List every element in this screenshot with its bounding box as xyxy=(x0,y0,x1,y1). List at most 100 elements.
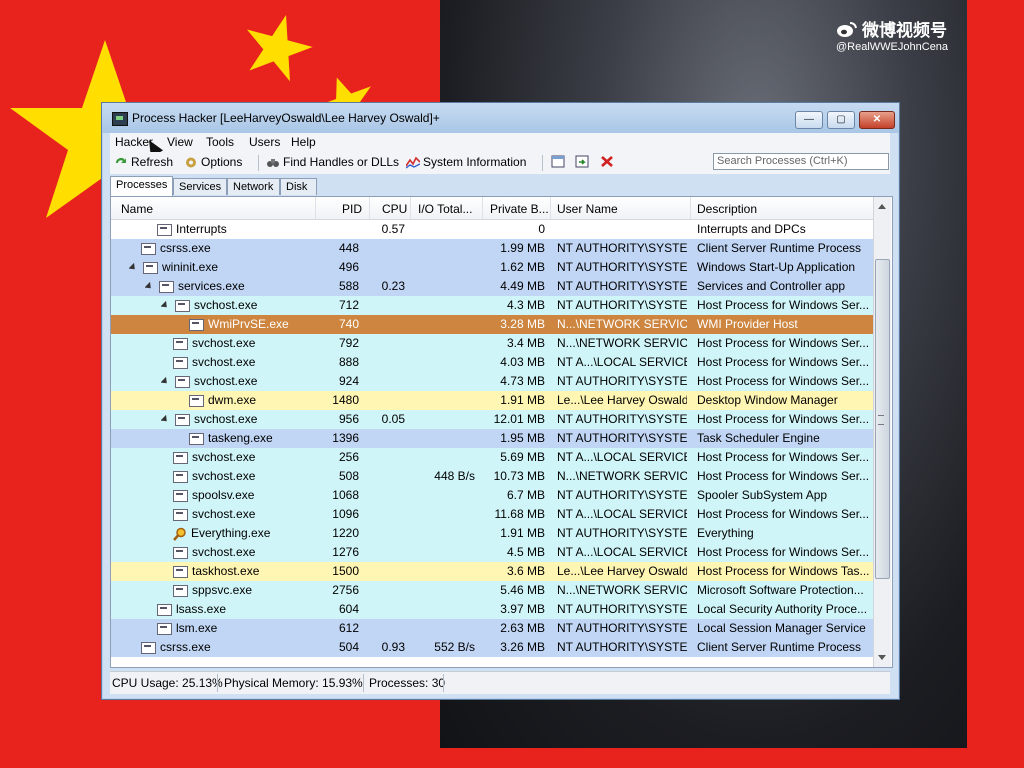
menu-view[interactable]: View xyxy=(167,135,193,149)
close-button[interactable]: ✕ xyxy=(859,111,895,129)
process-row[interactable]: wininit.exe 496 1.62 MB NT AUTHORITY\SYSTEM… xyxy=(111,258,873,277)
column-header-name[interactable]: Name xyxy=(121,202,153,216)
process-row[interactable]: svchost.exe 888 4.03 MB NT A...\LOCAL SERVI… xyxy=(111,353,873,372)
process-row[interactable]: Interrupts 0.57 0 Interrupts and DPCs xyxy=(111,220,873,239)
system-information-button[interactable]: System Information xyxy=(406,155,526,169)
column-divider[interactable] xyxy=(482,197,483,219)
process-row[interactable]: svchost.exe 712 4.3 MB NT AUTHORITY\SYSTEM H… xyxy=(111,296,873,315)
minimize-button[interactable]: — xyxy=(795,111,823,129)
process-row[interactable]: dwm.exe 1480 1.91 MB Le...\Lee Harvey Oswal… xyxy=(111,391,873,410)
toolbar-separator xyxy=(258,155,259,171)
process-name-cell[interactable]: svchost.exe xyxy=(161,296,299,315)
expand-arrow-icon[interactable] xyxy=(161,376,170,387)
process-row[interactable]: taskhost.exe 1500 3.6 MB Le...\Lee Harvey O… xyxy=(111,562,873,581)
process-name-cell[interactable]: svchost.exe xyxy=(173,467,311,486)
process-name-cell[interactable]: WmiPrvSE.exe xyxy=(189,315,311,334)
process-name: taskhost.exe xyxy=(192,564,260,578)
process-row[interactable]: svchost.exe 1276 4.5 MB NT A...\LOCAL SERVI… xyxy=(111,543,873,562)
process-row[interactable]: svchost.exe 256 5.69 MB NT A...\LOCAL SERVI… xyxy=(111,448,873,467)
column-divider[interactable] xyxy=(315,197,316,219)
process-pid: 604 xyxy=(338,602,359,616)
process-row[interactable]: lsass.exe 604 3.97 MB NT AUTHORITY\SYSTEM Lo… xyxy=(111,600,873,619)
process-row[interactable]: taskeng.exe 1396 1.95 MB NT AUTHORITY\SYSTE… xyxy=(111,429,873,448)
tab-processes[interactable]: Processes xyxy=(110,176,173,196)
scroll-up-arrow-icon[interactable] xyxy=(878,204,886,209)
column-divider[interactable] xyxy=(550,197,551,219)
expand-arrow-icon[interactable] xyxy=(161,414,170,425)
process-row[interactable]: svchost.exe 924 4.73 MB NT AUTHORITY\SYSTEM… xyxy=(111,372,873,391)
binoculars-icon xyxy=(267,158,279,167)
tab-disk[interactable]: Disk xyxy=(280,178,317,195)
column-divider[interactable] xyxy=(410,197,411,219)
process-pid: 1500 xyxy=(332,564,359,578)
column-header-cpu[interactable]: CPU xyxy=(382,202,407,216)
search-processes-input[interactable]: Search Processes (Ctrl+K) xyxy=(713,153,889,170)
process-row[interactable]: WmiPrvSE.exe 740 3.28 MB N...\NETWORK SERVI… xyxy=(111,315,873,334)
process-name-cell[interactable]: lsass.exe xyxy=(157,600,311,619)
process-name-cell[interactable]: dwm.exe xyxy=(189,391,311,410)
process-name-cell[interactable]: csrss.exe xyxy=(141,638,311,657)
tab-network[interactable]: Network xyxy=(227,178,280,195)
vertical-scrollbar[interactable] xyxy=(873,197,891,667)
process-row[interactable]: services.exe 588 0.23 4.49 MB NT AUTHORITY\S… xyxy=(111,277,873,296)
process-pid: 496 xyxy=(338,260,359,274)
process-description: Local Session Manager Service xyxy=(697,621,866,635)
scroll-down-arrow-icon[interactable] xyxy=(878,655,886,660)
menu-tools[interactable]: Tools xyxy=(206,135,234,149)
process-row[interactable]: csrss.exe 448 1.99 MB NT AUTHORITY\SYSTEM Cl… xyxy=(111,239,873,258)
process-name-cell[interactable]: svchost.exe xyxy=(161,372,299,391)
column-header-io-total[interactable]: I/O Total... xyxy=(418,202,472,216)
column-header-description[interactable]: Description xyxy=(697,202,757,216)
process-name-cell[interactable]: svchost.exe xyxy=(161,410,299,429)
column-divider[interactable] xyxy=(690,197,691,219)
process-name-cell[interactable]: Everything.exe xyxy=(173,524,311,543)
process-name-cell[interactable]: taskeng.exe xyxy=(189,429,311,448)
process-row[interactable]: sppsvc.exe 2756 5.46 MB N...\NETWORK SERVIC… xyxy=(111,581,873,600)
expand-arrow-icon[interactable] xyxy=(161,300,170,311)
find-handles-button[interactable]: Find Handles or DLLs xyxy=(266,155,399,169)
process-private-bytes: 1.91 MB xyxy=(500,526,545,540)
process-name-cell[interactable]: csrss.exe xyxy=(141,239,311,258)
column-header-private-bytes[interactable]: Private B... xyxy=(490,202,549,216)
process-row[interactable]: spoolsv.exe 1068 6.7 MB NT AUTHORITY\SYSTEM… xyxy=(111,486,873,505)
expand-arrow-icon[interactable] xyxy=(129,262,138,273)
new-window-button[interactable] xyxy=(551,155,565,168)
process-row[interactable]: lsm.exe 612 2.63 MB NT AUTHORITY\SYSTEM Loca… xyxy=(111,619,873,638)
process-name-cell[interactable]: spoolsv.exe xyxy=(173,486,311,505)
refresh-button[interactable]: Refresh xyxy=(114,155,173,169)
title-bar[interactable]: Process Hacker [LeeHarveyOswald\Lee Harv… xyxy=(102,103,899,133)
process-row[interactable]: csrss.exe 504 0.93 552 B/s 3.26 MB NT AUTHORI… xyxy=(111,638,873,657)
maximize-button[interactable]: ▢ xyxy=(827,111,855,129)
column-divider[interactable] xyxy=(369,197,370,219)
process-icon xyxy=(173,546,188,559)
process-name-cell[interactable]: lsm.exe xyxy=(157,619,311,638)
column-header-user-name[interactable]: User Name xyxy=(557,202,618,216)
column-header-pid[interactable]: PID xyxy=(342,202,362,216)
process-row[interactable]: svchost.exe 956 0.05 12.01 MB NT AUTHORITY\S… xyxy=(111,410,873,429)
process-name: svchost.exe xyxy=(192,469,256,483)
process-row[interactable]: svchost.exe 792 3.4 MB N...\NETWORK SERVICE… xyxy=(111,334,873,353)
expand-arrow-icon[interactable] xyxy=(145,281,154,292)
process-name-cell[interactable]: svchost.exe xyxy=(173,543,311,562)
gear-icon xyxy=(186,157,196,167)
process-name-cell[interactable]: svchost.exe xyxy=(173,334,311,353)
menu-users[interactable]: Users xyxy=(249,135,280,149)
process-description: Windows Start-Up Application xyxy=(697,260,856,274)
process-row[interactable]: svchost.exe 508 448 B/s 10.73 MB N...\NETWOR… xyxy=(111,467,873,486)
process-name-cell[interactable]: taskhost.exe xyxy=(173,562,311,581)
process-name-cell[interactable]: Interrupts xyxy=(157,220,311,239)
process-name-cell[interactable]: sppsvc.exe xyxy=(173,581,311,600)
tab-services[interactable]: Services xyxy=(173,178,227,195)
process-name-cell[interactable]: wininit.exe xyxy=(129,258,299,277)
terminate-button[interactable] xyxy=(600,155,614,168)
process-name-cell[interactable]: svchost.exe xyxy=(173,353,311,372)
options-button[interactable]: Options xyxy=(184,155,242,169)
process-row[interactable]: Everything.exe 1220 1.91 MB NT AUTHORITY\SY… xyxy=(111,524,873,543)
process-name-cell[interactable]: svchost.exe xyxy=(173,505,311,524)
process-name-cell[interactable]: svchost.exe xyxy=(173,448,311,467)
menu-help[interactable]: Help xyxy=(291,135,316,149)
go-to-window-button[interactable] xyxy=(575,155,589,168)
process-name-cell[interactable]: services.exe xyxy=(145,277,299,296)
process-cpu: 0.23 xyxy=(381,279,405,293)
process-row[interactable]: svchost.exe 1096 11.68 MB NT A...\LOCAL SER… xyxy=(111,505,873,524)
